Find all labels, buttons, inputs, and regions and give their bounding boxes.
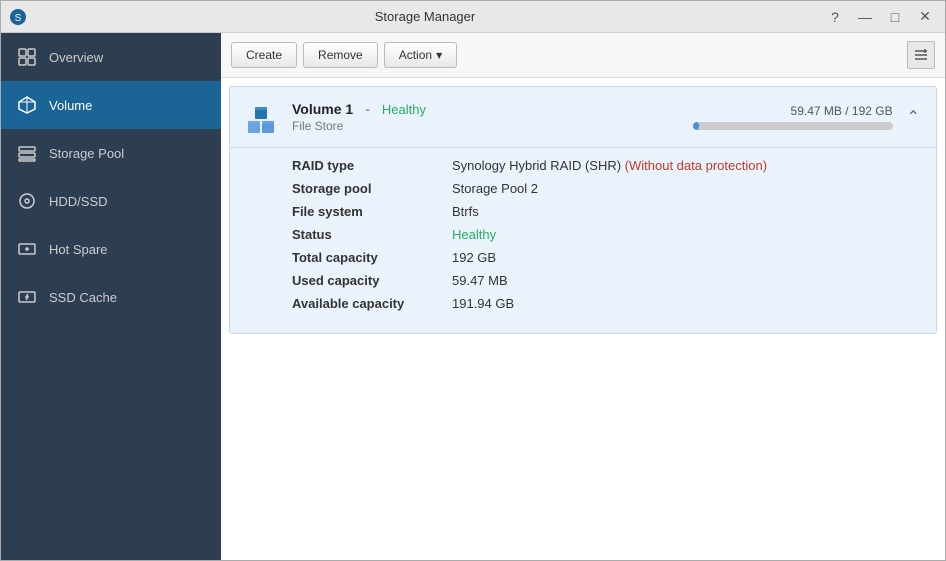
detail-row-raid-type: RAID type Synology Hybrid RAID (SHR) (Wi… <box>292 158 916 173</box>
sidebar-item-hot-spare[interactable]: Hot Spare <box>1 225 221 273</box>
create-button[interactable]: Create <box>231 42 297 68</box>
titlebar: S Storage Manager ? — □ ✕ <box>1 1 945 33</box>
sidebar-overview-label: Overview <box>49 50 103 65</box>
volume-capacity-area: 59.47 MB / 192 GB <box>693 104 893 130</box>
status-label: Status <box>292 227 452 242</box>
volume-name: Volume 1 <box>292 101 353 117</box>
window-title: Storage Manager <box>27 9 823 24</box>
sidebar-item-ssd-cache[interactable]: SSD Cache <box>1 273 221 321</box>
remove-button[interactable]: Remove <box>303 42 378 68</box>
detail-row-storage-pool: Storage pool Storage Pool 2 <box>292 181 916 196</box>
file-system-label: File system <box>292 204 452 219</box>
titlebar-left: S <box>9 8 27 26</box>
total-capacity-label: Total capacity <box>292 250 452 265</box>
sidebar-volume-label: Volume <box>49 98 92 113</box>
capacity-bar-bg <box>693 122 893 130</box>
sidebar-storage-pool-label: Storage Pool <box>49 146 124 161</box>
sidebar-hot-spare-label: Hot Spare <box>49 242 108 257</box>
app-window: S Storage Manager ? — □ ✕ <box>0 0 946 561</box>
available-capacity-label: Available capacity <box>292 296 452 311</box>
sidebar: Overview Volume <box>1 33 221 560</box>
sidebar-item-storage-pool[interactable]: Storage Pool <box>1 129 221 177</box>
app-logo-icon: S <box>9 8 27 26</box>
close-button[interactable]: ✕ <box>913 5 937 29</box>
main-area: Create Remove Action ▾ <box>221 33 945 560</box>
help-button[interactable]: ? <box>823 5 847 29</box>
detail-row-used-capacity: Used capacity 59.47 MB <box>292 273 916 288</box>
svg-text:S: S <box>15 13 22 24</box>
sidebar-item-overview[interactable]: Overview <box>1 33 221 81</box>
storage-icon <box>17 143 37 163</box>
status-value: Healthy <box>452 227 496 242</box>
file-system-value: Btrfs <box>452 204 479 219</box>
used-capacity-value: 59.47 MB <box>452 273 508 288</box>
sidebar-hdd-ssd-label: HDD/SSD <box>49 194 108 209</box>
detail-row-available-capacity: Available capacity 191.94 GB <box>292 296 916 311</box>
grid-icon <box>17 47 37 67</box>
available-capacity-value: 191.94 GB <box>452 296 514 311</box>
capacity-bar-fill <box>693 122 699 130</box>
content-area: Volume 1 - Healthy File Store 59.47 MB /… <box>221 78 945 560</box>
sidebar-ssd-cache-label: SSD Cache <box>49 290 117 305</box>
raid-type-value: Synology Hybrid RAID (SHR) (Without data… <box>452 158 767 173</box>
toolbar: Create Remove Action ▾ <box>221 33 945 78</box>
sidebar-item-volume[interactable]: Volume <box>1 81 221 129</box>
disk-icon <box>17 191 37 211</box>
volume-capacity-text: 59.47 MB / 192 GB <box>693 104 893 118</box>
plus-disk-icon <box>17 239 37 259</box>
raid-type-label: RAID type <box>292 158 452 173</box>
volume-subtitle: File Store <box>292 119 693 133</box>
raid-warning: (Without data protection) <box>625 158 767 173</box>
volume-details: RAID type Synology Hybrid RAID (SHR) (Wi… <box>230 148 936 333</box>
maximize-button[interactable]: □ <box>883 5 907 29</box>
cube-icon <box>17 95 37 115</box>
volume-collapse-button[interactable]: ⌃ <box>903 103 924 131</box>
detail-row-total-capacity: Total capacity 192 GB <box>292 250 916 265</box>
detail-row-file-system: File system Btrfs <box>292 204 916 219</box>
body-area: Overview Volume <box>1 33 945 560</box>
volume-title-area: Volume 1 - Healthy File Store <box>292 101 693 133</box>
minimize-button[interactable]: — <box>853 5 877 29</box>
window-controls: ? — □ ✕ <box>823 5 937 29</box>
detail-row-status: Status Healthy <box>292 227 916 242</box>
list-view-icon[interactable] <box>907 41 935 69</box>
volume-item: Volume 1 - Healthy File Store 59.47 MB /… <box>229 86 937 334</box>
storage-pool-value: Storage Pool 2 <box>452 181 538 196</box>
volume-title-line: Volume 1 - Healthy <box>292 101 693 117</box>
lightning-disk-icon <box>17 287 37 307</box>
action-button[interactable]: Action ▾ <box>384 42 457 68</box>
used-capacity-label: Used capacity <box>292 273 452 288</box>
storage-pool-label: Storage pool <box>292 181 452 196</box>
volume-icon <box>242 97 282 137</box>
volume-header: Volume 1 - Healthy File Store 59.47 MB /… <box>230 87 936 148</box>
sidebar-item-hdd-ssd[interactable]: HDD/SSD <box>1 177 221 225</box>
total-capacity-value: 192 GB <box>452 250 496 265</box>
volume-status: Healthy <box>382 102 426 117</box>
